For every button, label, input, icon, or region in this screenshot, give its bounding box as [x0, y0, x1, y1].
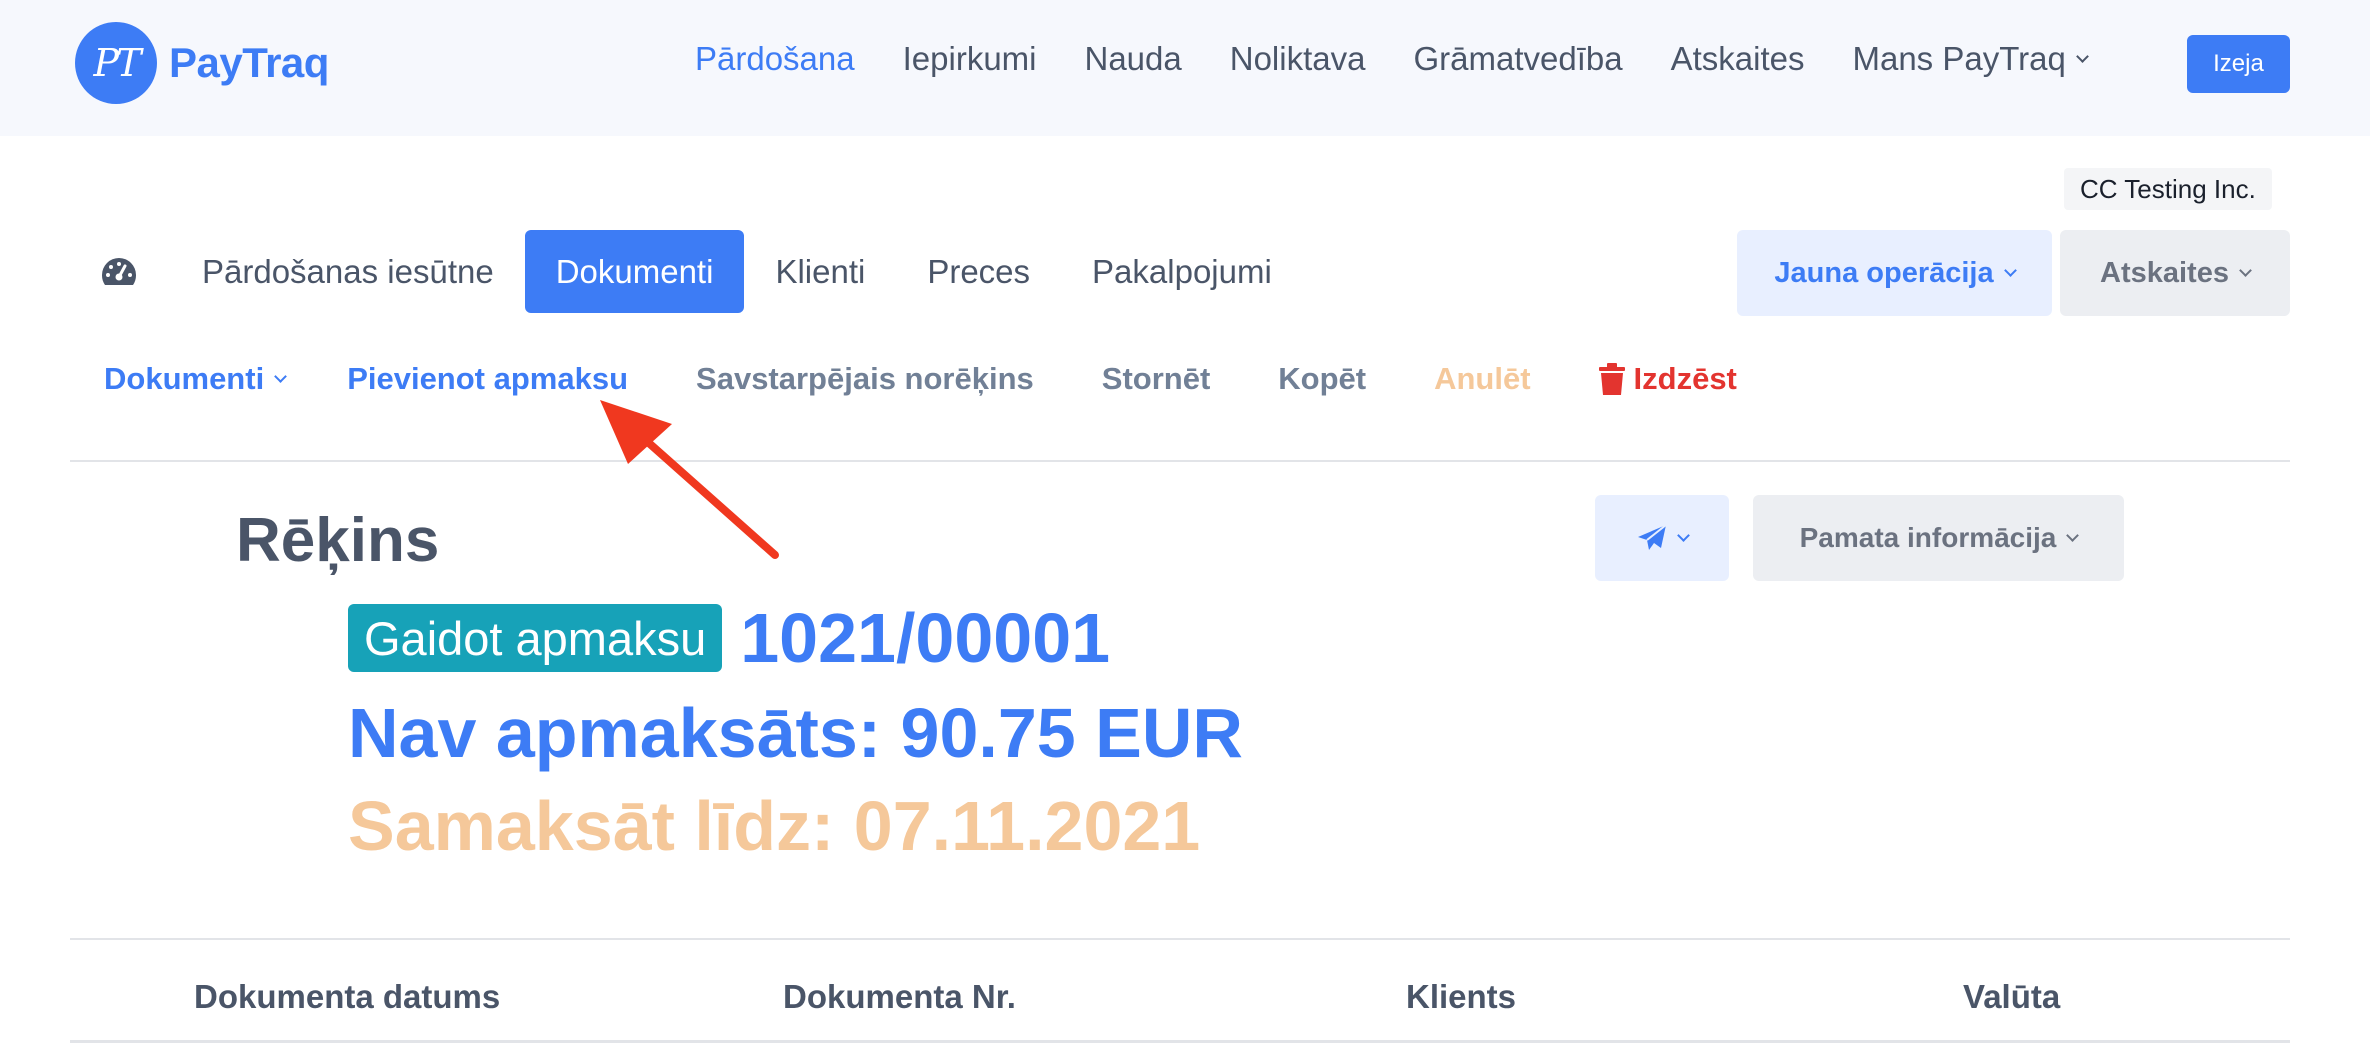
logo-text: PayTraq [169, 39, 329, 86]
nav-label: Mans PayTraq [1852, 40, 2066, 77]
reports-button[interactable]: Atskaites [2060, 230, 2290, 316]
documents-table-header: Dokumenta datums Dokumenta Nr. Klients V… [70, 960, 2290, 1040]
paper-plane-icon [1637, 524, 1667, 550]
document-number: 1021/00001 [740, 599, 1111, 677]
basic-info-dropdown[interactable]: Pamata informācija [1753, 495, 2124, 581]
new-operation-label: Jauna operācija [1774, 256, 1994, 289]
add-payment-link[interactable]: Pievienot apmaksu [347, 361, 628, 397]
logo-mark: PT [75, 22, 157, 104]
nav-item-reports[interactable]: Atskaites [1671, 40, 1805, 78]
divider [70, 1040, 2290, 1043]
nav-label: Nauda [1084, 40, 1182, 77]
nav-label: Atskaites [1670, 40, 1805, 77]
red-arrow-icon [600, 400, 779, 559]
column-header-client[interactable]: Klients [1406, 978, 1516, 1016]
reports-label: Atskaites [2100, 256, 2229, 289]
new-operation-button[interactable]: Jauna operācija [1737, 230, 2052, 316]
document-actions: Dokumenti Pievienot apmaksu Savstarpējai… [104, 355, 1805, 403]
send-button[interactable] [1595, 495, 1729, 581]
nav-label: Noliktava [1229, 40, 1366, 77]
tab-documents[interactable]: Dokumenti [524, 230, 745, 313]
nav-label: Iepirkumi [902, 40, 1037, 77]
column-header-currency[interactable]: Valūta [1963, 978, 2060, 1016]
delete-label: Izdzēst [1633, 361, 1737, 396]
top-navbar: PT PayTraq Pārdošana Iepirkumi Nauda Nol… [0, 0, 2370, 136]
exit-button[interactable]: Izeja [2187, 35, 2290, 93]
nav-item-accounting[interactable]: Grāmatvedība [1413, 40, 1622, 78]
column-header-number[interactable]: Dokumenta Nr. [783, 978, 1016, 1016]
chevron-down-icon [2003, 263, 2017, 277]
tab-sales-inbox[interactable]: Pārdošanas iesūtne [180, 230, 525, 313]
unpaid-amount: Nav apmaksāts: 90.75 EUR [348, 694, 1243, 772]
dashboard-gauge-icon[interactable] [100, 256, 138, 288]
document-status-row: Gaidot apmaksu 1021/00001 [348, 598, 1110, 678]
trash-icon [1598, 363, 1625, 395]
chevron-down-icon [2239, 263, 2252, 277]
tab-clients[interactable]: Klienti [744, 230, 896, 313]
nav-item-sales[interactable]: Pārdošana [695, 40, 855, 78]
due-date: Samaksāt līdz: 07.11.2021 [348, 787, 1201, 865]
document-title: Rēķins [236, 506, 440, 575]
nav-item-warehouse[interactable]: Noliktava [1230, 40, 1366, 78]
paytraq-logo[interactable]: PT PayTraq [75, 22, 329, 104]
nav-label: Pārdošana [695, 40, 855, 77]
nav-item-money[interactable]: Nauda [1085, 40, 1182, 78]
chevron-down-icon [2075, 49, 2089, 63]
nav-item-purchases[interactable]: Iepirkumi [903, 40, 1037, 78]
copy-link[interactable]: Kopēt [1278, 361, 1366, 397]
chevron-down-icon [2066, 528, 2080, 542]
documents-dropdown[interactable]: Dokumenti [104, 361, 288, 397]
tab-services[interactable]: Pakalpojumi [1061, 230, 1303, 313]
documents-label: Dokumenti [104, 361, 265, 396]
chevron-down-icon [274, 369, 288, 383]
cancel-link[interactable]: Anulēt [1434, 361, 1530, 397]
chevron-down-icon [1676, 528, 1690, 542]
main-nav: Pārdošana Iepirkumi Nauda Noliktava Grām… [695, 40, 2135, 78]
tab-goods[interactable]: Preces [896, 230, 1061, 313]
section-tabs: Pārdošanas iesūtne Dokumenti Klienti Pre… [180, 230, 1303, 313]
reverse-link[interactable]: Stornēt [1102, 361, 1211, 397]
nav-label: Grāmatvedība [1413, 40, 1623, 77]
column-header-date[interactable]: Dokumenta datums [194, 978, 500, 1016]
status-badge: Gaidot apmaksu [348, 604, 723, 672]
company-name-badge: CC Testing Inc. [2064, 168, 2272, 210]
divider [70, 460, 2290, 462]
basic-info-label: Pamata informācija [1799, 522, 2057, 553]
nav-item-my-paytraq[interactable]: Mans PayTraq [1852, 40, 2089, 78]
divider [70, 938, 2290, 940]
delete-link[interactable]: Izdzēst [1598, 361, 1737, 397]
